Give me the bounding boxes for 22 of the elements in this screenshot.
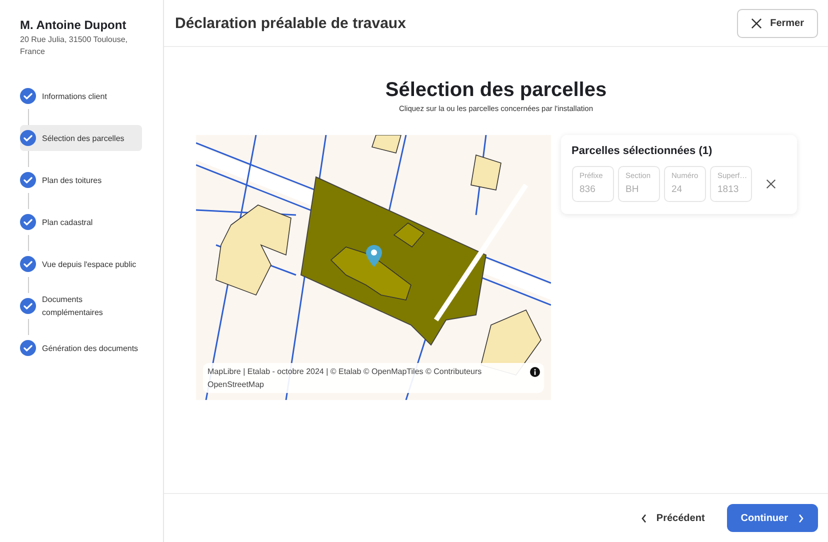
info-icon[interactable] bbox=[530, 367, 540, 377]
remove-icon[interactable] bbox=[766, 179, 776, 189]
step-item[interactable]: Vue depuis l'espace public bbox=[20, 251, 142, 277]
step-item[interactable]: Informations client bbox=[20, 83, 142, 109]
client-address: 20 Rue Julia, 31500 Toulouse, France bbox=[20, 34, 128, 58]
client-name: M. Antoine Dupont bbox=[20, 18, 128, 32]
step-item[interactable]: Sélection des parcelles bbox=[20, 125, 142, 151]
continue-button[interactable]: Continuer bbox=[726, 504, 818, 532]
step-item[interactable]: Documents complémentaires bbox=[20, 293, 142, 319]
chevron-right-icon bbox=[798, 514, 804, 522]
step-item[interactable]: Plan cadastral bbox=[20, 209, 142, 235]
page-header-title: Déclaration préalable de travaux bbox=[175, 14, 406, 32]
map-attribution: MapLibre | Etalab - octobre 2024 | © Etalab © OpenMapTiles © Contributeurs OpenStreetMap bbox=[208, 366, 483, 391]
section-title: Sélection des parcelles bbox=[385, 79, 607, 102]
close-icon bbox=[751, 18, 762, 28]
step-item[interactable]: Plan des toitures bbox=[20, 167, 142, 193]
map-pin-icon bbox=[366, 245, 382, 267]
chevron-left-icon bbox=[641, 514, 648, 522]
previous-button[interactable]: Précédent bbox=[633, 506, 713, 530]
card-title: Parcelles sélectionnées (1) bbox=[572, 145, 714, 157]
close-button[interactable]: Fermer bbox=[737, 8, 818, 38]
step-item[interactable]: Génération des documents bbox=[20, 335, 142, 361]
